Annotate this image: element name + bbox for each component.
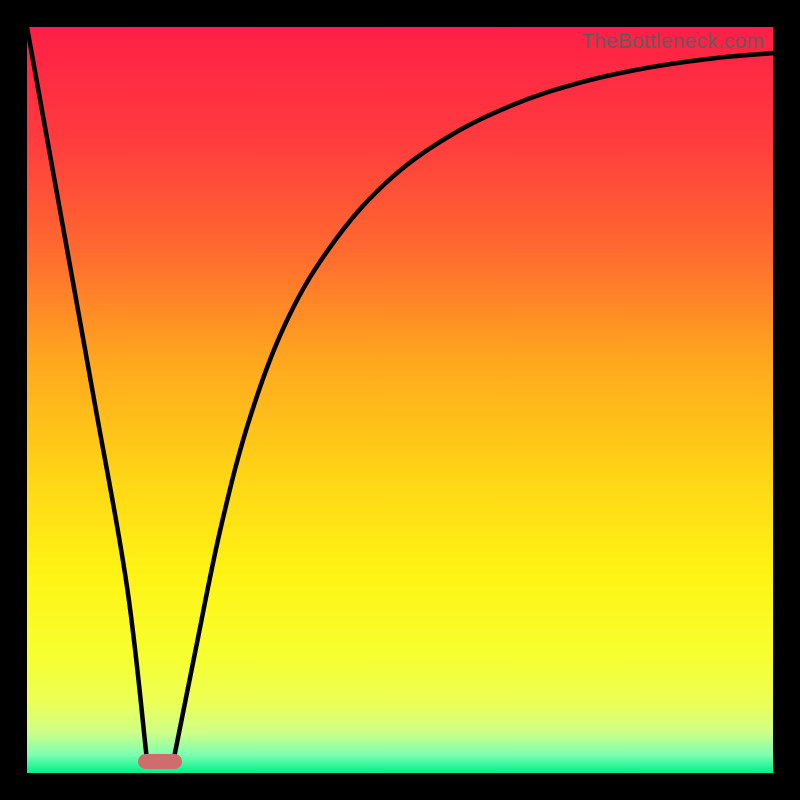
plot-area: TheBottleneck.com	[27, 27, 773, 773]
curves-layer	[27, 27, 773, 773]
optimal-marker	[138, 754, 182, 769]
curve-left-descent	[27, 27, 146, 754]
curve-right-ascent	[175, 53, 773, 754]
chart-container: { "watermark": "TheBottleneck.com", "plo…	[0, 0, 800, 800]
